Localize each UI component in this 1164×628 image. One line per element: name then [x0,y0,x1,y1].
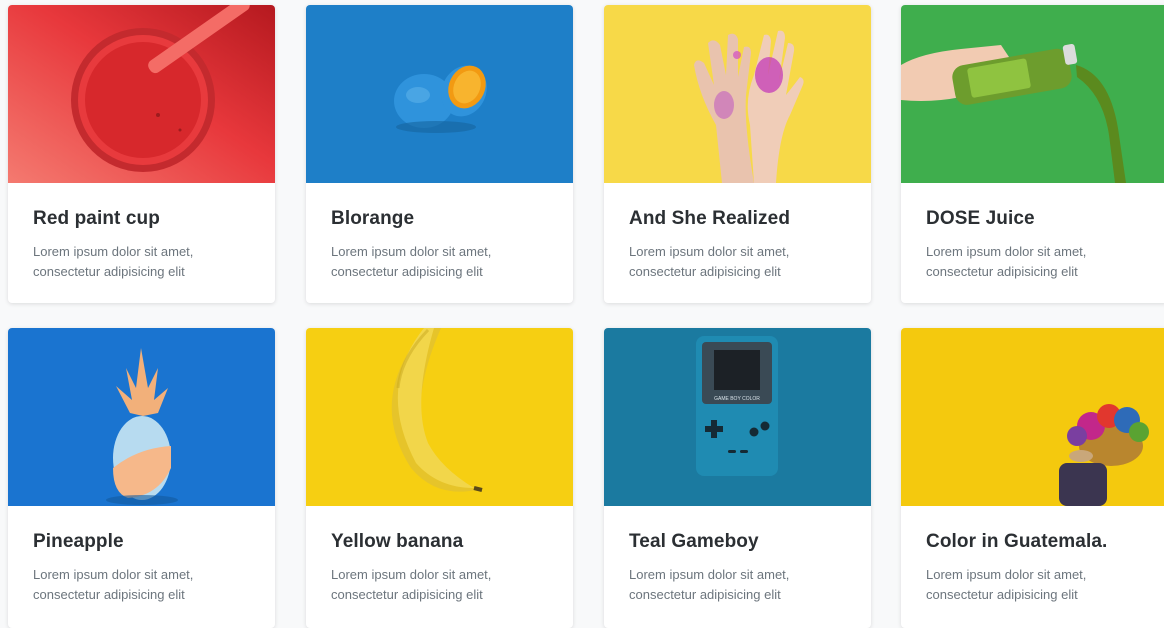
card-and-she-realized[interactable]: And She Realized Lorem ipsum dolor sit a… [604,5,871,303]
card-description: Lorem ipsum dolor sit amet, consectetur … [33,242,251,282]
card-blorange[interactable]: Blorange Lorem ipsum dolor sit amet, con… [306,5,573,303]
card-description-line2: consectetur adipisicing elit [331,587,483,602]
card-description: Lorem ipsum dolor sit amet, consectetur … [33,565,251,605]
card-title: Yellow banana [331,531,464,552]
guatemala-basket-image [901,328,1164,506]
banana-image [306,328,573,506]
card-description-line1: Lorem ipsum dolor sit amet, [629,567,790,582]
guatemala-basket-illustration [901,328,1164,506]
card-yellow-banana[interactable]: Yellow banana Lorem ipsum dolor sit amet… [306,328,573,628]
painted-hands-illustration [604,5,871,183]
card-grid: Red paint cup Lorem ipsum dolor sit amet… [0,0,1164,628]
blorange-image [306,5,573,183]
card-pineapple[interactable]: Pineapple Lorem ipsum dolor sit amet, co… [8,328,275,628]
card-description-line1: Lorem ipsum dolor sit amet, [33,567,194,582]
card-description-line1: Lorem ipsum dolor sit amet, [926,244,1087,259]
pineapple-illustration [8,328,275,506]
card-title: Red paint cup [33,208,160,229]
card-title: Pineapple [33,531,124,552]
banana-illustration [306,328,573,506]
card-title: Blorange [331,208,415,229]
card-description-line2: consectetur adipisicing elit [926,264,1078,279]
card-red-paint-cup[interactable]: Red paint cup Lorem ipsum dolor sit amet… [8,5,275,303]
pineapple-image [8,328,275,506]
card-description: Lorem ipsum dolor sit amet, consectetur … [331,565,549,605]
card-teal-gameboy[interactable]: GAME BOY COLOR Teal Gameboy Lorem ipsum … [604,328,871,628]
card-description: Lorem ipsum dolor sit amet, consectetur … [331,242,549,282]
card-description-line2: consectetur adipisicing elit [629,587,781,602]
juice-bottle-image [901,5,1164,183]
card-description: Lorem ipsum dolor sit amet, consectetur … [629,242,847,282]
gameboy-illustration: GAME BOY COLOR [604,328,871,506]
card-description-line2: consectetur adipisicing elit [926,587,1078,602]
card-color-in-guatemala[interactable]: Color in Guatemala. Lorem ipsum dolor si… [901,328,1164,628]
gameboy-label: GAME BOY COLOR [714,396,760,402]
card-description-line2: consectetur adipisicing elit [33,587,185,602]
card-description: Lorem ipsum dolor sit amet, consectetur … [629,565,847,605]
card-description-line1: Lorem ipsum dolor sit amet, [331,567,492,582]
card-title: And She Realized [629,208,791,229]
card-description-line2: consectetur adipisicing elit [331,264,483,279]
painted-hands-image [604,5,871,183]
card-title: DOSE Juice [926,208,1035,229]
card-description-line1: Lorem ipsum dolor sit amet, [629,244,790,259]
red-paint-cup-image [8,5,275,183]
card-description-line2: consectetur adipisicing elit [629,264,781,279]
juice-bottle-illustration [901,5,1164,183]
blorange-illustration [306,5,573,183]
card-description-line2: consectetur adipisicing elit [33,264,185,279]
card-description-line1: Lorem ipsum dolor sit amet, [331,244,492,259]
card-dose-juice[interactable]: DOSE Juice Lorem ipsum dolor sit amet, c… [901,5,1164,303]
gameboy-image: GAME BOY COLOR [604,328,871,506]
card-description-line1: Lorem ipsum dolor sit amet, [33,244,194,259]
card-description-line1: Lorem ipsum dolor sit amet, [926,567,1087,582]
card-description: Lorem ipsum dolor sit amet, consectetur … [926,242,1144,282]
red-paint-cup-illustration [8,5,275,183]
card-title: Color in Guatemala. [926,531,1108,552]
card-description: Lorem ipsum dolor sit amet, consectetur … [926,565,1144,605]
card-title: Teal Gameboy [629,531,759,552]
